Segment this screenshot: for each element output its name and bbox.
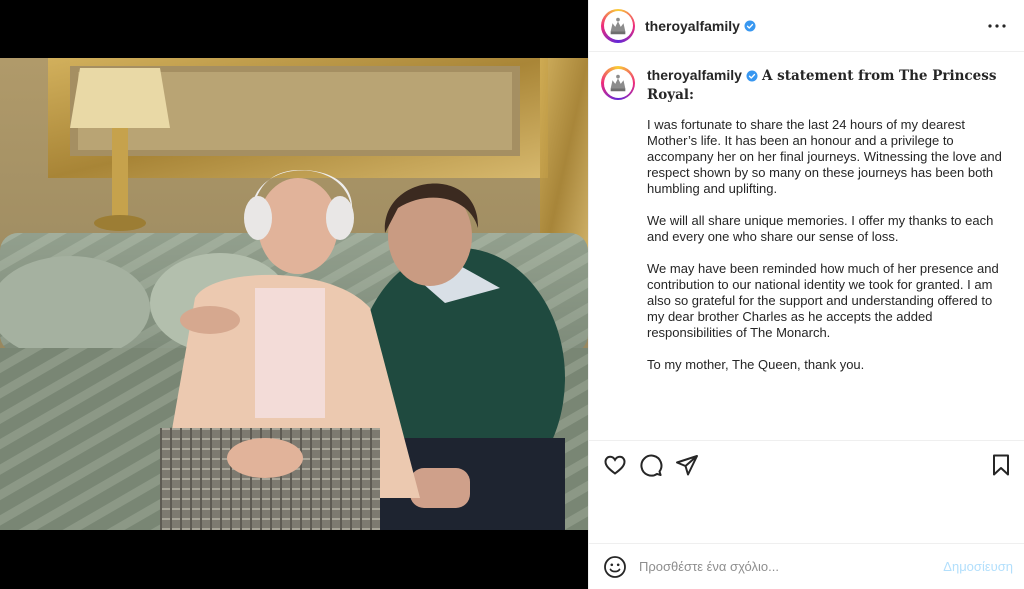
royal-crest-icon <box>610 74 626 92</box>
caption-body: theroyalfamily A statement from The Princ… <box>647 66 1007 389</box>
media-pane <box>0 0 588 589</box>
caption-paragraph: To my mother, The Queen, thank you. <box>647 357 865 372</box>
comment-input[interactable] <box>639 559 938 574</box>
post-modal: theroyalfamily theroyalfamily A statemen… <box>0 0 1024 589</box>
photo-illustration <box>0 58 588 530</box>
comment-icon[interactable] <box>639 453 663 477</box>
post-side-panel: theroyalfamily theroyalfamily A statemen… <box>588 0 1024 589</box>
caption-text: I was fortunate to share the last 24 hou… <box>647 117 1007 373</box>
share-icon[interactable] <box>675 453 699 477</box>
comment-form: Δημοσίευση <box>589 543 1024 589</box>
caption-username[interactable]: theroyalfamily <box>647 67 742 83</box>
verified-badge-icon <box>746 70 758 82</box>
heart-icon[interactable] <box>603 453 627 477</box>
action-bar <box>589 440 1024 488</box>
royal-crest-icon <box>610 17 626 34</box>
header-username[interactable]: theroyalfamily <box>645 18 740 34</box>
caption-paragraph: I was fortunate to share the last 24 hou… <box>647 117 1002 196</box>
more-options-icon[interactable] <box>983 14 1011 38</box>
post-header: theroyalfamily <box>589 0 1024 52</box>
post-photo[interactable] <box>0 58 588 530</box>
caption-paragraph: We will all share unique memories. I off… <box>647 213 994 244</box>
emoji-icon[interactable] <box>603 555 627 579</box>
caption-paragraph: We may have been reminded how much of he… <box>647 261 999 340</box>
bookmark-icon[interactable] <box>989 453 1013 477</box>
post-comment-button[interactable]: Δημοσίευση <box>937 559 1013 574</box>
caption-avatar[interactable] <box>601 66 635 100</box>
profile-avatar[interactable] <box>601 8 635 43</box>
verified-badge-icon <box>744 20 756 32</box>
caption-section: theroyalfamily A statement from The Princ… <box>589 52 1024 440</box>
